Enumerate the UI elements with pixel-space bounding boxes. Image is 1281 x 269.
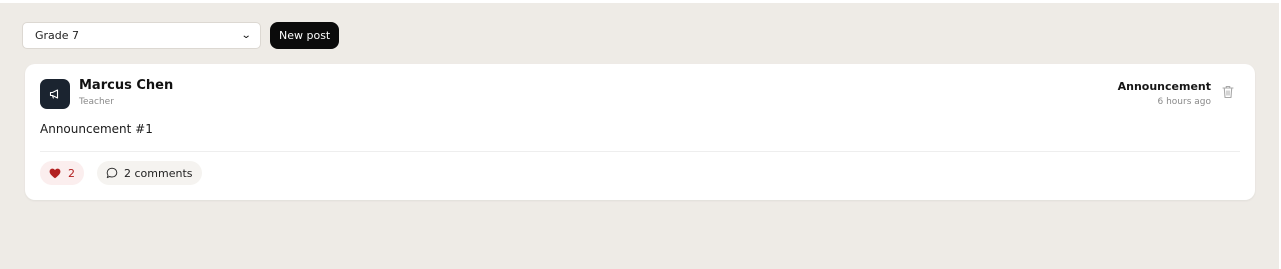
- chevron-down-icon: ⌄: [240, 29, 252, 41]
- grade-select-value: Grade 7: [35, 29, 80, 42]
- top-border: [0, 0, 1281, 3]
- comments-button[interactable]: 2 comments: [97, 161, 202, 185]
- feed-toolbar: Grade 7 ⌄ New post: [22, 22, 340, 49]
- trash-icon: [1222, 85, 1234, 99]
- grade-select[interactable]: Grade 7 ⌄: [22, 22, 261, 49]
- post-meta: Announcement 6 hours ago: [1118, 80, 1211, 107]
- comment-icon: [106, 167, 118, 179]
- post-actions: 2 2 comments: [40, 161, 202, 185]
- post-type-label: Announcement: [1117, 80, 1211, 93]
- post-timestamp: 6 hours ago: [1157, 97, 1212, 107]
- avatar: [40, 79, 70, 109]
- like-button[interactable]: 2: [40, 161, 84, 185]
- heart-icon: [49, 168, 61, 178]
- divider: [40, 151, 1240, 152]
- megaphone-icon: [49, 89, 59, 99]
- new-post-button[interactable]: New post: [270, 22, 340, 49]
- author-role: Teacher: [79, 97, 114, 107]
- author-name: Marcus Chen: [79, 78, 174, 93]
- delete-post-button[interactable]: [1222, 84, 1234, 99]
- post-body: Announcement #1: [40, 122, 153, 136]
- post-card: Marcus Chen Teacher Announcement 6 hours…: [25, 64, 1255, 200]
- like-count: 2: [68, 166, 75, 180]
- comments-label: 2 comments: [124, 166, 193, 180]
